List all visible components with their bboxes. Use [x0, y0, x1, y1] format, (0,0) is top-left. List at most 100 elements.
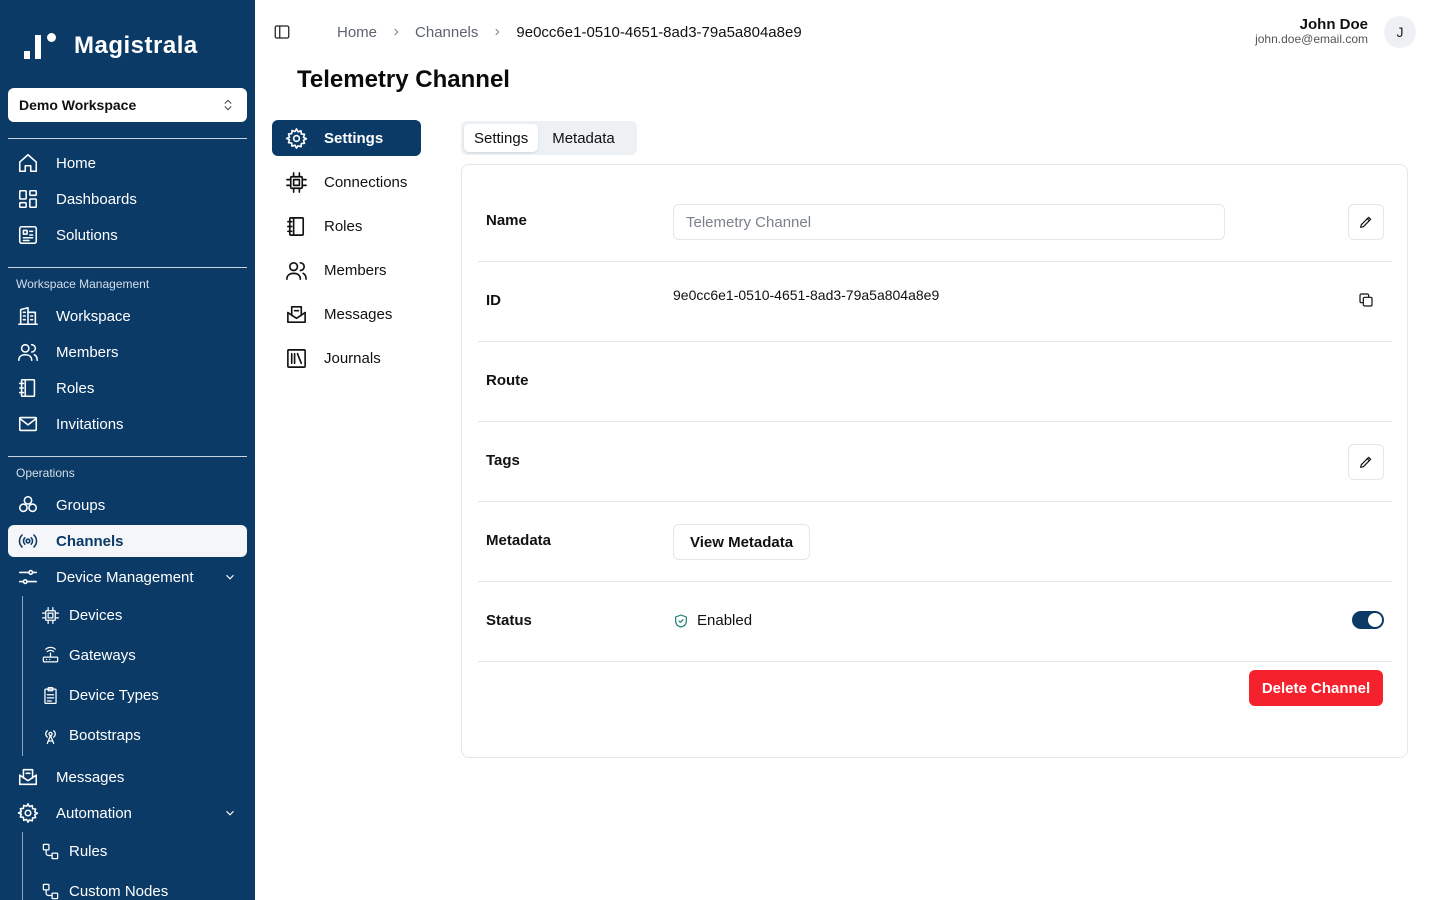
- sidebar-item-automation[interactable]: Automation: [8, 797, 247, 829]
- app-name: Magistrala: [74, 32, 198, 59]
- status-toggle[interactable]: [1352, 611, 1384, 629]
- metadata-label: Metadata: [486, 532, 552, 549]
- sliders-icon: [16, 565, 40, 589]
- submenu-guide: [22, 596, 23, 756]
- sidebar-item-device-management[interactable]: Device Management: [8, 561, 247, 593]
- row-id: ID 9e0cc6e1-0510-4651-8ad3-79a5a804a8e9: [478, 262, 1392, 342]
- sidebar-item-custom-nodes[interactable]: Custom Nodes: [34, 875, 247, 900]
- sidebar-item-groups[interactable]: Groups: [8, 489, 247, 521]
- inner-nav-members[interactable]: Members: [272, 252, 421, 288]
- sidebar-item-rules[interactable]: Rules: [34, 835, 247, 867]
- view-metadata-button[interactable]: View Metadata: [673, 524, 811, 560]
- row-metadata: Metadata View Metadata: [478, 502, 1392, 582]
- status-label: Status: [486, 612, 532, 629]
- notebook-icon: [16, 376, 40, 400]
- inner-nav-label: Connections: [324, 173, 408, 191]
- sidebar-item-bootstraps[interactable]: Bootstraps: [34, 719, 247, 751]
- sidebar-item-label: Dashboards: [56, 190, 137, 208]
- avatar[interactable]: J: [1384, 16, 1416, 48]
- logo-icon: [24, 31, 62, 61]
- copy-id-button[interactable]: [1358, 292, 1376, 310]
- edit-tags-button[interactable]: [1348, 444, 1384, 480]
- sidebar-item-devices[interactable]: Devices: [34, 599, 247, 631]
- tags-label: Tags: [486, 452, 520, 469]
- gear-icon: [284, 126, 308, 150]
- building-icon: [16, 304, 40, 328]
- clipboard-icon: [40, 685, 60, 705]
- sidebar-item-label: Workspace: [56, 307, 131, 325]
- sidebar-divider: [8, 456, 247, 457]
- notebook-icon: [284, 214, 308, 238]
- workspace-select[interactable]: Demo Workspace: [8, 88, 247, 122]
- sidebar-toggle-button[interactable]: [273, 23, 291, 41]
- user-info: John Doe john.doe@email.com: [1255, 17, 1368, 46]
- users-icon: [16, 340, 40, 364]
- users-icon: [284, 258, 308, 282]
- route-label: Route: [486, 372, 529, 389]
- broadcast-icon: [16, 529, 40, 553]
- row-route: Route: [478, 342, 1392, 422]
- gear-icon: [16, 801, 40, 825]
- chevron-right-icon: [391, 27, 401, 37]
- workflow-icon: [40, 881, 60, 900]
- solutions-icon: [16, 223, 40, 247]
- sidebar-item-device-types[interactable]: Device Types: [34, 679, 247, 711]
- shield-check-icon: [675, 613, 687, 628]
- sidebar-item-label: Invitations: [56, 415, 124, 433]
- inner-nav-label: Journals: [324, 349, 381, 367]
- edit-name-button[interactable]: [1348, 204, 1384, 240]
- sidebar-item-label: Gateways: [69, 646, 136, 664]
- copy-icon: [1359, 293, 1373, 307]
- sidebar-item-members[interactable]: Members: [8, 336, 247, 368]
- section-label-operations: Operations: [16, 466, 75, 480]
- sidebar-item-channels[interactable]: Channels: [8, 525, 247, 557]
- id-label: ID: [486, 292, 501, 309]
- sidebar-item-dashboards[interactable]: Dashboards: [8, 183, 247, 215]
- sidebar-item-invitations[interactable]: Invitations: [8, 408, 247, 440]
- user-email: john.doe@email.com: [1255, 32, 1368, 46]
- breadcrumb-current: 9e0cc6e1-0510-4651-8ad3-79a5a804a8e9: [516, 23, 802, 41]
- tab-settings[interactable]: Settings: [464, 124, 539, 152]
- pencil-icon: [1360, 216, 1372, 228]
- sidebar-item-label: Solutions: [56, 226, 118, 244]
- chevron-down-icon: [223, 806, 237, 820]
- row-status: Status Enabled: [478, 582, 1392, 662]
- mail-open-icon: [16, 765, 40, 789]
- sidebar-divider: [8, 267, 247, 268]
- sidebar-item-solutions[interactable]: Solutions: [8, 219, 247, 251]
- inner-nav-settings[interactable]: Settings: [272, 120, 421, 156]
- inner-nav-connections[interactable]: Connections: [272, 164, 421, 200]
- sidebar-item-roles[interactable]: Roles: [8, 372, 247, 404]
- antenna-icon: [40, 725, 60, 745]
- sidebar-item-label: Devices: [69, 606, 123, 624]
- sidebar-item-label: Roles: [56, 379, 95, 397]
- chip-icon: [40, 605, 60, 625]
- inner-nav-messages[interactable]: Messages: [272, 296, 421, 332]
- groups-icon: [16, 493, 40, 517]
- sidebar-item-home[interactable]: Home: [8, 147, 247, 179]
- sidebar-item-label: Rules: [69, 842, 108, 860]
- chip-icon: [284, 170, 308, 194]
- sidebar-item-gateways[interactable]: Gateways: [34, 639, 247, 671]
- inner-nav-label: Messages: [324, 305, 393, 323]
- logo[interactable]: Magistrala: [24, 30, 198, 62]
- status-badge: Enabled: [673, 612, 752, 629]
- inner-nav-roles[interactable]: Roles: [272, 208, 421, 244]
- sidebar-item-label: Groups: [56, 496, 106, 514]
- sidebar-item-workspace[interactable]: Workspace: [8, 300, 247, 332]
- sidebar-item-messages[interactable]: Messages: [8, 761, 247, 793]
- breadcrumb-channels[interactable]: Channels: [415, 24, 478, 41]
- sidebar-item-label: Device Management: [56, 568, 194, 586]
- tab-metadata[interactable]: Metadata: [542, 124, 625, 152]
- router-icon: [40, 645, 60, 665]
- user-name: John Doe: [1299, 16, 1368, 33]
- inner-nav-journals[interactable]: Journals: [272, 340, 421, 376]
- name-label: Name: [486, 212, 527, 229]
- delete-channel-button[interactable]: Delete Channel: [1249, 670, 1383, 706]
- sidebar-divider: [8, 138, 247, 139]
- name-field[interactable]: Telemetry Channel: [673, 204, 1225, 240]
- id-value: 9e0cc6e1-0510-4651-8ad3-79a5a804a8e9: [673, 287, 940, 303]
- row-tags: Tags: [478, 422, 1392, 502]
- workspace-select-value: Demo Workspace: [19, 97, 137, 113]
- breadcrumb-home[interactable]: Home: [337, 24, 377, 41]
